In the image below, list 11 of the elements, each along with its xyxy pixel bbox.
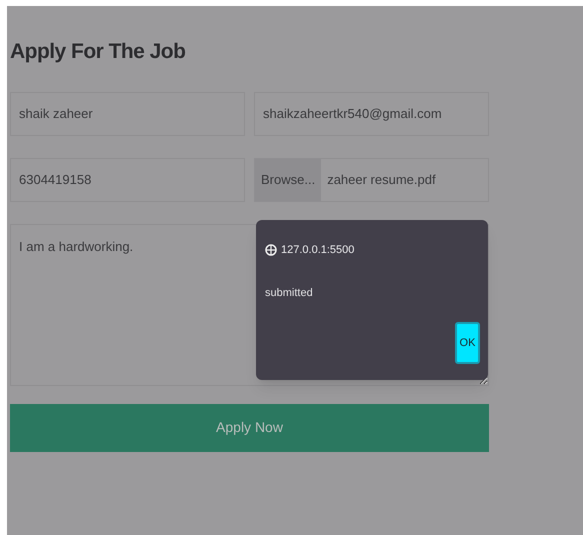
email-field[interactable]: shaikzaheertkr540@gmail.com [254, 92, 489, 136]
apply-button[interactable]: Apply Now [10, 404, 489, 452]
ok-button[interactable]: OK [455, 322, 480, 364]
name-field[interactable]: shaik zaheer [10, 92, 245, 136]
file-field[interactable]: Browse... zaheer resume.pdf [254, 158, 489, 202]
dialog-message: submitted [264, 286, 314, 300]
form-title: Apply For The Job [10, 39, 186, 65]
phone-field[interactable]: 6304419158 [10, 158, 245, 202]
globe-icon [265, 244, 277, 256]
browse-button[interactable]: Browse... [255, 158, 322, 200]
dialog-origin: 127.0.0.1:5500 [281, 243, 354, 258]
